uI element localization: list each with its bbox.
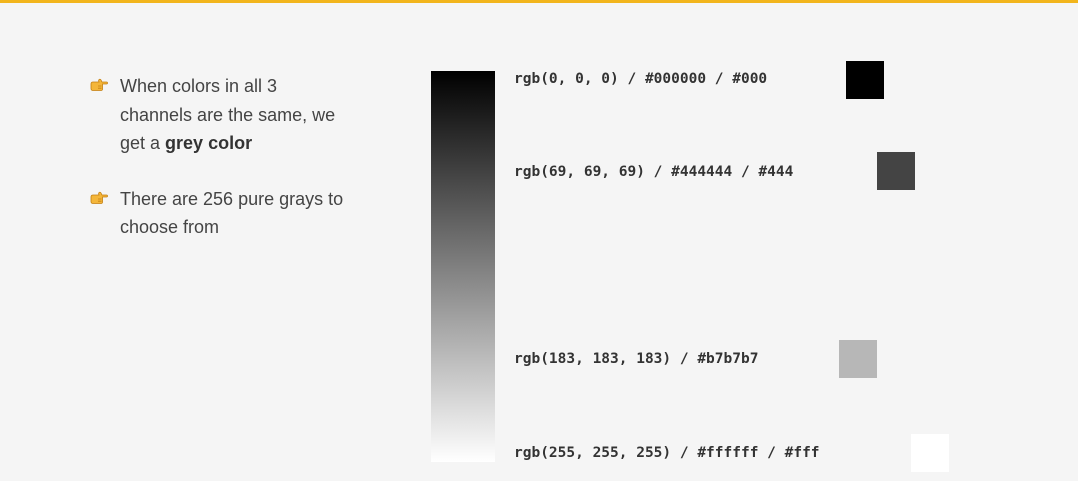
swatch-label-light-grey: rgb(183, 183, 183) / #b7b7b7 [514,351,759,367]
bullet-list: When colors in all 3 channels are the sa… [90,72,350,269]
grey-gradient-bar [431,71,495,462]
swatch-white [911,434,949,472]
swatch-label-dark-grey: rgb(69, 69, 69) / #444444 / #444 [514,164,794,180]
backhand-index-pointing-right-icon [90,78,108,91]
bullet-item-256-grays: There are 256 pure grays to choose from [90,185,350,242]
swatch-black [846,61,884,99]
swatch-label-black: rgb(0, 0, 0) / #000000 / #000 [514,71,768,87]
swatch-dark-grey [877,152,915,190]
bullet-item-grey-color: When colors in all 3 channels are the sa… [90,72,350,158]
bullet-text: When colors in all 3 channels are the sa… [120,76,336,153]
top-accent-bar [0,0,1078,3]
swatch-label-white: rgb(255, 255, 255) / #ffffff / #fff [514,445,820,461]
bullet-text: There are 256 pure grays to choose from [120,188,344,238]
swatch-light-grey [839,340,877,378]
bullet-emphasis: grey color [165,133,253,153]
backhand-index-pointing-right-icon [90,191,108,204]
